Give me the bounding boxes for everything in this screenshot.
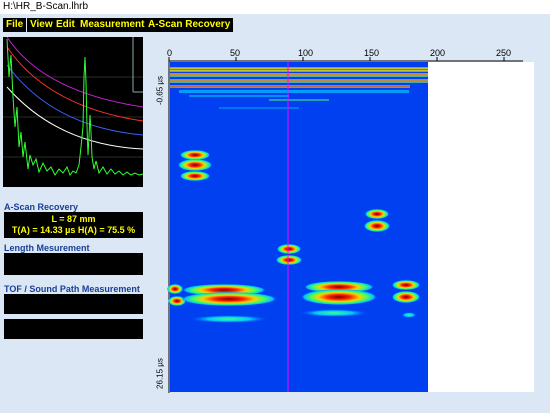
recovery-length: L = 87 mm [51, 214, 96, 224]
dac-curve-blue [6, 64, 144, 136]
menu-ascan-recovery[interactable]: A-Scan Recovery [145, 18, 234, 32]
menu-file[interactable]: File [3, 18, 27, 32]
tof-measurement-box-1 [4, 294, 143, 314]
bscan-image [167, 57, 534, 393]
bscan-empty-area [428, 62, 534, 392]
ascan-recovery-title: A-Scan Recovery [4, 202, 79, 212]
menu-bar: File View Edit Measurements A-Scan Recov… [0, 16, 550, 34]
y-label-bottom: 26.15 µs [155, 358, 165, 389]
y-label-top: -0.65 µs [155, 75, 165, 106]
y-label-top-wrap: -0.65 µs [153, 72, 167, 110]
dac-curve-red [6, 46, 144, 122]
menu-measurements[interactable]: Measurements [77, 18, 154, 32]
length-measurement-box [4, 253, 143, 275]
y-label-bottom-wrap: 26.15 µs [153, 355, 167, 393]
menu-edit[interactable]: Edit [53, 18, 78, 32]
bscan-panel[interactable]: 0 50 100 150 200 250 -0.65 µs 26.15 µs [149, 37, 546, 400]
dac-curve-white [6, 86, 144, 150]
length-measurement-title: Length Mesurement [4, 243, 90, 253]
menu-view[interactable]: View [27, 18, 56, 32]
recovery-time-height: T(A) = 14.33 µs H(A) = 75.5 % [11, 225, 136, 235]
window-title: H:\HR_B-Scan.lhrb [0, 0, 550, 14]
dac-curve-purple [6, 36, 144, 108]
ascan-recovery-readout: L = 87 mm T(A) = 14.33 µs H(A) = 75.5 % [4, 212, 143, 238]
ascan-preview [3, 36, 144, 187]
tof-measurement-box-2 [4, 319, 143, 339]
ascan-plot [3, 36, 144, 177]
tof-measurement-title: TOF / Sound Path Measurement [4, 284, 140, 294]
